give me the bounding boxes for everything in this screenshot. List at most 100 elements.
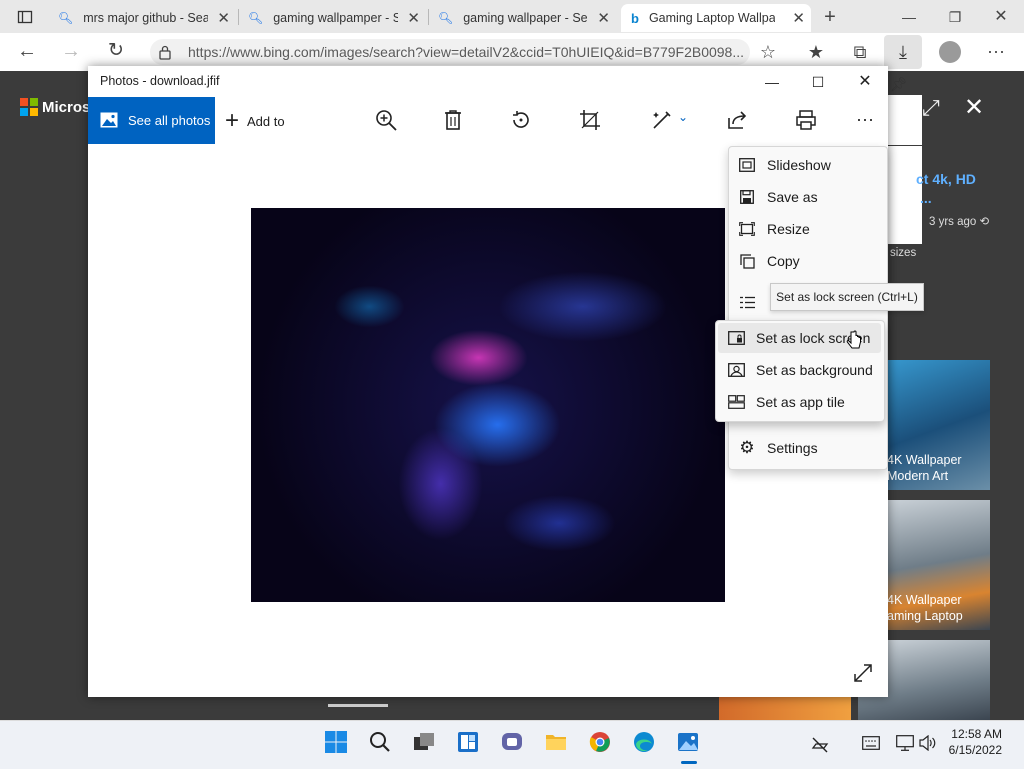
close-viewer-icon[interactable]: ✕	[964, 93, 990, 121]
downloads-icon[interactable]: ⤓	[884, 35, 922, 69]
fullscreen-icon[interactable]	[852, 662, 876, 686]
close-tab-icon[interactable]: ✕	[217, 9, 230, 27]
caption-line: Modern Art	[887, 469, 949, 483]
menu-item-label: Set as background	[756, 362, 873, 378]
refresh-icon[interactable]: ↻	[103, 38, 129, 64]
share-icon[interactable]	[725, 108, 751, 134]
see-all-photos-label: See all photos	[128, 113, 211, 128]
menu-item-set-app-tile[interactable]: Set as app tile	[727, 386, 845, 418]
lock-screen-icon	[727, 329, 745, 347]
menu-item-label: Copy	[767, 253, 800, 269]
edit-enhance-icon[interactable]: ⌄	[650, 108, 690, 134]
file-explorer-icon[interactable]	[544, 730, 570, 756]
close-tab-icon[interactable]: ✕	[597, 9, 610, 27]
zoom-in-icon[interactable]	[374, 108, 400, 134]
tab-mrs-major-github[interactable]: 🔍︎ mrs major github - Sear ✕	[50, 4, 236, 32]
system-clock[interactable]: 12:58 AM 6/15/2022	[949, 726, 1002, 758]
keyboard-icon[interactable]	[862, 736, 880, 752]
result-age-text: 3 yrs ago	[929, 216, 977, 228]
see-all-photos-button[interactable]: See all photos	[88, 97, 215, 144]
tab-divider	[428, 9, 429, 25]
tab-label: gaming wallpaper - Sea	[463, 11, 589, 25]
related-image-caption[interactable]: 4K Wallpaper Modern Art	[887, 452, 962, 484]
menu-item-resize[interactable]: Resize	[738, 213, 810, 245]
close-tab-icon[interactable]: ✕	[792, 9, 805, 27]
menu-item-set-as[interactable]	[738, 286, 767, 318]
url-text[interactable]: https://www.bing.com/images/search?view=…	[188, 44, 744, 60]
menu-item-copy[interactable]: Copy	[738, 245, 800, 277]
caption-line: 4K Wallpaper	[887, 593, 962, 607]
chevron-down-icon[interactable]: ⌄	[678, 110, 688, 124]
add-favorite-icon[interactable]: ☆	[755, 39, 781, 65]
resize-icon	[738, 220, 756, 238]
widgets-icon[interactable]	[456, 730, 482, 756]
collections-icon[interactable]: ⧉	[847, 39, 873, 65]
clock-time: 12:58 AM	[951, 727, 1002, 741]
tab-divider	[238, 9, 239, 25]
related-image-caption[interactable]: 4K Wallpaper aming Laptop	[887, 592, 963, 624]
close-tab-icon[interactable]: ✕	[407, 9, 420, 27]
caption-line: 4K Wallpaper	[887, 453, 962, 467]
forward-icon[interactable]: →	[58, 38, 84, 64]
close-window-icon[interactable]: ✕	[988, 4, 1014, 30]
display-icon[interactable]	[896, 735, 914, 753]
photos-app-icon[interactable]	[676, 730, 702, 756]
network-icon[interactable]	[810, 734, 830, 754]
expand-view-icon[interactable]: ⤢	[922, 95, 946, 120]
tab-gaming-wallpamper[interactable]: 🔍︎ gaming wallpamper - S ✕	[240, 4, 426, 32]
sizes-label[interactable]: sizes	[890, 247, 916, 259]
more-options-icon[interactable]: ···	[983, 38, 1009, 64]
tab-label: Gaming Laptop Wallpa	[648, 11, 775, 25]
profile-avatar[interactable]	[939, 41, 961, 63]
minimize-icon[interactable]: —	[896, 4, 922, 30]
tab-gaming-laptop-wallpaper[interactable]: b Gaming Laptop Wallpa ✕	[621, 4, 811, 32]
menu-item-label: Resize	[767, 221, 810, 237]
app-tile-icon	[727, 393, 745, 411]
copy-icon	[738, 252, 756, 270]
back-icon[interactable]: ←	[14, 38, 40, 64]
menu-item-label: Set as app tile	[756, 394, 845, 410]
crop-icon[interactable]	[578, 108, 604, 134]
add-to-button[interactable]: + Add to	[225, 108, 285, 134]
gear-icon: ⚙︎	[739, 438, 755, 457]
start-icon[interactable]	[324, 730, 350, 756]
chrome-icon[interactable]	[588, 730, 614, 756]
related-image-thumb[interactable]	[719, 697, 851, 720]
plus-icon: +	[225, 107, 240, 134]
menu-item-label: Save as	[767, 189, 818, 205]
mouse-cursor	[846, 330, 862, 352]
slideshow-icon	[738, 156, 756, 174]
result-age: 3 yrs ago ⟲	[929, 214, 989, 228]
save-icon	[738, 188, 756, 206]
volume-icon[interactable]	[919, 734, 937, 753]
add-to-label: Add to	[247, 113, 285, 129]
edge-icon[interactable]	[632, 730, 658, 756]
see-more-icon[interactable]: ···	[852, 108, 878, 134]
search-icon[interactable]	[368, 730, 394, 756]
pin-icon[interactable]: 📌︎	[890, 76, 908, 94]
history-icon: ⟲	[979, 216, 990, 228]
maximize-icon[interactable]: ☐	[803, 70, 833, 94]
clock-date: 6/15/2022	[948, 743, 1002, 757]
new-tab-icon[interactable]: +	[817, 4, 843, 30]
favorites-icon[interactable]: ★	[803, 39, 829, 65]
result-title[interactable]: ct 4k, HD	[916, 171, 976, 187]
menu-item-slideshow[interactable]: Slideshow	[738, 149, 831, 181]
rotate-icon[interactable]	[509, 108, 535, 134]
delete-icon[interactable]	[441, 108, 467, 134]
print-icon[interactable]	[794, 108, 820, 134]
teams-chat-icon[interactable]	[500, 730, 526, 756]
minimize-icon[interactable]: —	[757, 70, 787, 94]
restore-icon[interactable]: ❐	[942, 4, 968, 30]
tab-label: gaming wallpamper - S	[273, 11, 399, 25]
close-icon[interactable]: ✕	[850, 70, 880, 94]
task-view-icon[interactable]	[412, 730, 438, 756]
menu-item-settings[interactable]: ⚙︎ Settings	[738, 432, 817, 464]
brand-name: Micros	[42, 99, 91, 116]
tab-actions-icon[interactable]	[12, 4, 38, 30]
menu-item-set-background[interactable]: Set as background	[727, 354, 873, 386]
tab-gaming-wallpaper[interactable]: 🔍︎ gaming wallpaper - Sea ✕	[430, 4, 616, 32]
tooltip: Set as lock screen (Ctrl+L)	[770, 283, 924, 311]
menu-item-save-as[interactable]: Save as	[738, 181, 818, 213]
caption-line: aming Laptop	[887, 609, 963, 623]
